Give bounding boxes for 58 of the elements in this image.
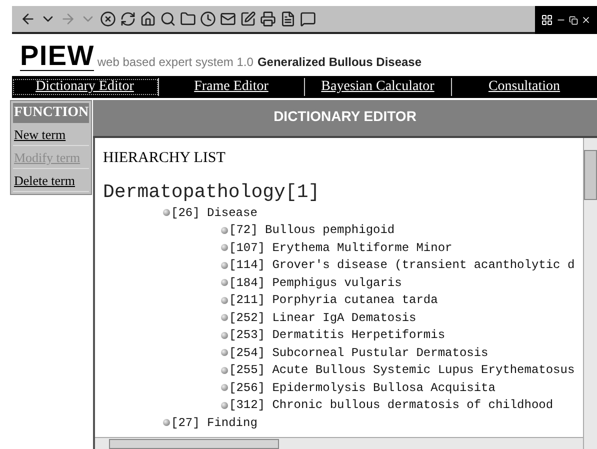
scroll-thumb[interactable] [584, 150, 597, 200]
nav-tab[interactable]: Dictionary Editor [12, 78, 158, 96]
tree-item[interactable]: [26] Disease [171, 204, 258, 222]
vertical-scrollbar[interactable] [583, 138, 597, 449]
home-icon[interactable] [140, 11, 156, 27]
close-icon[interactable] [581, 15, 592, 25]
bullet-icon [163, 209, 170, 216]
tree-item[interactable]: [312] Chronic bullous dermatosis of childhood [229, 396, 554, 414]
edit-icon[interactable] [240, 11, 256, 27]
bullet-icon [221, 402, 228, 409]
tree-item[interactable]: [72] Bullous pemphigoid [229, 221, 395, 240]
scroll-thumb[interactable] [109, 438, 279, 448]
horizontal-scrollbar[interactable] [95, 437, 583, 449]
topic-title: Generalized Bullous Disease [257, 54, 422, 71]
refresh-icon[interactable] [120, 11, 136, 27]
search-icon[interactable] [160, 11, 176, 27]
mail-icon[interactable] [220, 11, 236, 27]
logo: PIEW [20, 42, 94, 71]
tree-item[interactable]: [253] Dermatitis Herpetiformis [229, 326, 446, 344]
bullet-icon [221, 332, 228, 339]
sidebar-item[interactable]: Delete term [13, 171, 89, 192]
bullet-icon [221, 244, 228, 252]
tree-item[interactable]: [114] Grover's disease (transient acantholytic d [229, 256, 575, 274]
bullet-icon [221, 279, 228, 286]
stop-icon[interactable] [100, 11, 116, 27]
bullet-icon [221, 226, 228, 234]
tree-item[interactable]: [256] Epidermolysis Bullosa Acquisita [229, 378, 496, 397]
tree-item[interactable]: [107] Erythema Multiforme Minor [229, 238, 452, 257]
document-icon[interactable] [280, 11, 296, 27]
tree-item[interactable]: [184] Pemphigus vulgaris [229, 274, 402, 292]
panel-title: DICTIONARY EDITOR [274, 107, 416, 126]
tree-item[interactable]: [211] Porphyria cutanea tarda [229, 291, 438, 310]
root-term: Dermatopathology[1] [103, 180, 321, 204]
subtitle: web based expert system 1.0 [97, 54, 254, 71]
bullet-icon [221, 366, 228, 374]
bullet-icon [163, 419, 170, 426]
tree-item[interactable]: [254] Subcorneal Pustular Dermatosis [229, 344, 488, 362]
sidebar-item[interactable]: New term [13, 125, 89, 146]
nav-tab[interactable]: Frame Editor [158, 78, 305, 96]
bullet-icon [221, 384, 228, 392]
back-icon[interactable] [20, 11, 36, 27]
bullet-icon [221, 262, 228, 269]
chat-icon[interactable] [300, 11, 316, 27]
nav-tab[interactable]: Bayesian Calculator [305, 78, 452, 96]
list-heading: HIERARCHY LIST [103, 149, 226, 168]
window-icon[interactable] [540, 14, 553, 26]
restore-icon[interactable] [569, 16, 578, 24]
bullet-icon [221, 349, 228, 356]
tree-item[interactable]: [255] Acute Bullous Systemic Lupus Erythematosus [229, 361, 575, 380]
nav-tab[interactable]: Consultation [452, 78, 597, 96]
tree-item[interactable]: [252] Linear IgA Dematosis [229, 308, 416, 327]
bullet-icon [221, 314, 228, 322]
sidebar-title: FUNCTION [13, 103, 89, 123]
print-icon[interactable] [260, 11, 276, 27]
tree-item[interactable]: [27] Finding [171, 414, 258, 432]
history-icon[interactable] [200, 11, 216, 27]
bullet-icon [221, 296, 228, 304]
folder-icon[interactable] [180, 11, 196, 27]
